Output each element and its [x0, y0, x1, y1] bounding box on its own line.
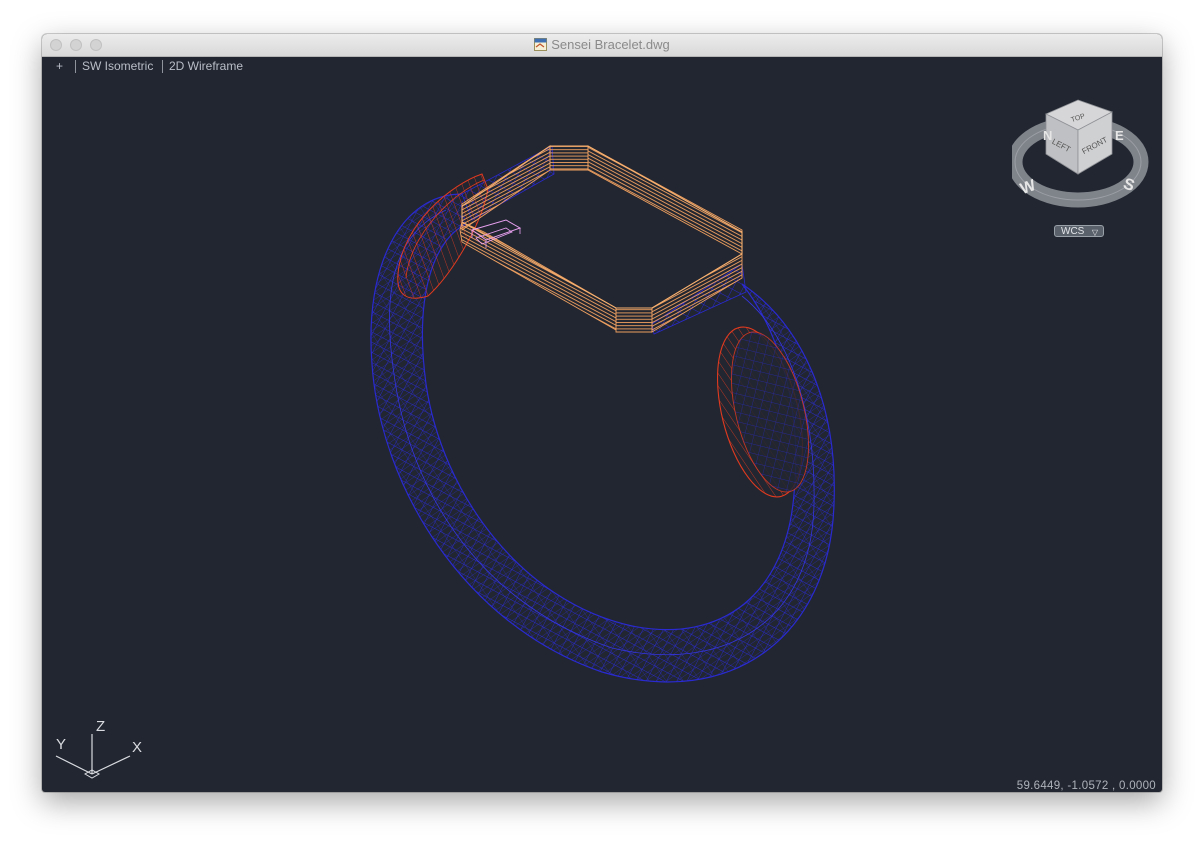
- cursor-coordinates: 59.6449, -1.0572 , 0.0000: [1016, 780, 1156, 792]
- wcs-label: WCS: [1061, 226, 1085, 237]
- ucs-icon: Z Y X: [55, 718, 142, 779]
- wcs-menu[interactable]: WCS ▽: [1054, 225, 1104, 237]
- axis-y-label: Y: [56, 736, 66, 753]
- chevron-down-icon: ▽: [1091, 228, 1098, 237]
- compass-east[interactable]: E: [1115, 128, 1124, 143]
- compass-north[interactable]: N: [1043, 128, 1052, 143]
- drawing-window: Sensei Bracelet.dwg + SW Isometric 2D Wi…: [42, 34, 1162, 792]
- axis-x-label: X: [132, 739, 142, 756]
- axis-z-label: Z: [96, 718, 105, 735]
- viewcube-navigator[interactable]: TOP LEFT FRONT N E W S: [1012, 96, 1152, 246]
- model-canvas[interactable]: [42, 34, 1162, 792]
